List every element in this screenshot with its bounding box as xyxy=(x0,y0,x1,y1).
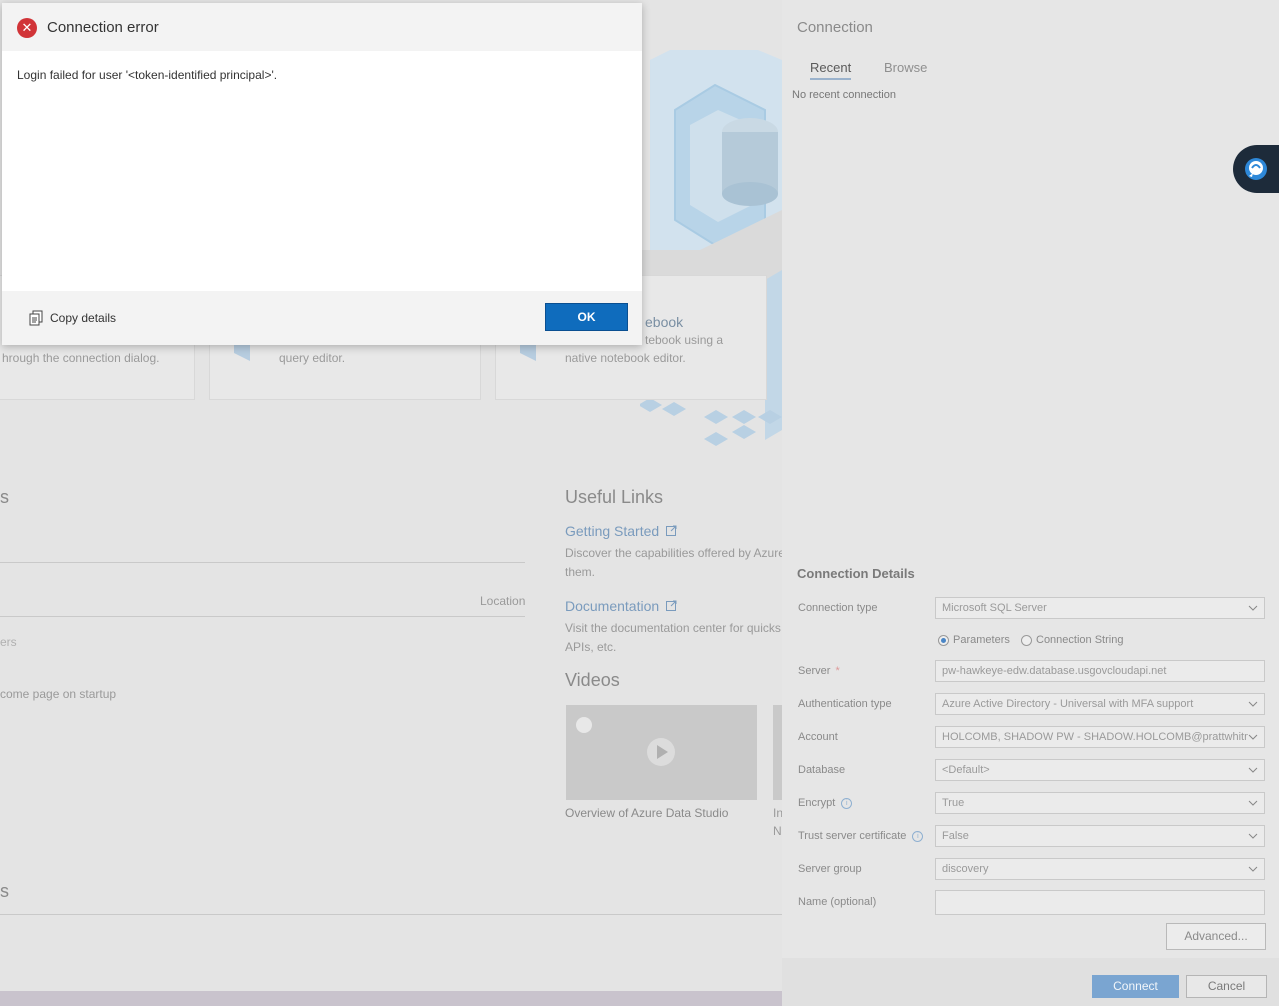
section-heading: s xyxy=(0,881,9,901)
encrypt-select[interactable]: True xyxy=(935,792,1265,814)
external-link-icon xyxy=(666,525,677,536)
auth-type-select[interactable]: Azure Active Directory - Universal with … xyxy=(935,693,1265,715)
video-thumbnail[interactable] xyxy=(566,705,757,800)
getting-started-label: Getting Started xyxy=(565,523,660,539)
connection-error-dialog: ✕ Connection error Login failed for user… xyxy=(2,3,642,345)
radio-label: Connection String xyxy=(1036,634,1124,646)
video-caption: N xyxy=(773,824,782,838)
encrypt-label: Encrypt i xyxy=(798,797,853,809)
chevron-down-icon xyxy=(1248,866,1258,872)
chevron-down-icon xyxy=(1248,833,1258,839)
no-recent-message: No recent connection xyxy=(792,89,896,101)
chevron-down-icon xyxy=(1248,701,1258,707)
database-value: <Default> xyxy=(942,764,990,776)
getting-started-link[interactable]: Getting Started xyxy=(565,523,677,539)
error-message: Login failed for user '<token-identified… xyxy=(17,68,278,82)
database-select[interactable]: <Default> xyxy=(935,759,1265,781)
video-thumbnail[interactable] xyxy=(773,705,782,800)
documentation-label: Documentation xyxy=(565,598,660,614)
account-value: HOLCOMB, SHADOW PW - SHADOW.HOLCOMB@prat… xyxy=(942,731,1257,743)
play-icon xyxy=(647,738,675,766)
chat-assistant-button[interactable] xyxy=(1233,145,1279,193)
card-desc: hrough the connection dialog. xyxy=(2,351,160,365)
connection-type-label: Connection type xyxy=(798,602,878,614)
dialog-title: Connection error xyxy=(47,19,159,36)
name-input[interactable] xyxy=(935,890,1265,915)
azure-logo-icon xyxy=(576,717,592,733)
trust-cert-value: False xyxy=(942,830,969,842)
video-caption: In xyxy=(773,806,782,820)
ok-button[interactable]: OK xyxy=(545,303,628,331)
encrypt-label-text: Encrypt xyxy=(798,797,836,809)
account-label: Account xyxy=(798,731,838,743)
account-select[interactable]: HOLCOMB, SHADOW PW - SHADOW.HOLCOMB@prat… xyxy=(935,726,1265,748)
documentation-link[interactable]: Documentation xyxy=(565,598,677,614)
server-label: Server * xyxy=(798,665,840,677)
auth-type-label: Authentication type xyxy=(798,698,892,710)
divider xyxy=(0,914,782,915)
encrypt-value: True xyxy=(942,797,965,809)
connection-type-select[interactable]: Microsoft SQL Server xyxy=(935,597,1265,619)
useful-links-heading: Useful Links xyxy=(565,487,664,507)
link-desc: them. xyxy=(565,565,596,579)
database-label: Database xyxy=(798,764,846,776)
videos-heading: Videos xyxy=(565,670,620,690)
connect-button[interactable]: Connect xyxy=(1092,975,1179,998)
card-desc: tebook using a xyxy=(645,333,724,347)
divider xyxy=(0,616,525,617)
section-heading: s xyxy=(0,487,9,507)
location-column-header: Location xyxy=(480,594,526,608)
chat-bubble-icon xyxy=(1245,158,1267,180)
trust-cert-label: Trust server certificate i xyxy=(798,830,924,842)
card-desc: native notebook editor. xyxy=(565,351,686,365)
server-group-value: discovery xyxy=(942,863,989,875)
chevron-down-icon xyxy=(1248,767,1258,773)
server-label-text: Server xyxy=(798,665,831,677)
auth-type-value: Azure Active Directory - Universal with … xyxy=(942,698,1194,710)
server-input[interactable]: pw-hawkeye-edw.database.usgovcloudapi.ne… xyxy=(935,660,1265,682)
radio-dot xyxy=(938,634,949,646)
left-text: ers xyxy=(0,635,17,649)
ok-label: OK xyxy=(577,310,596,324)
trust-cert-label-text: Trust server certificate xyxy=(798,830,907,842)
required-mark: * xyxy=(835,665,840,677)
link-desc: Visit the documentation center for quick… xyxy=(565,621,781,635)
status-bar xyxy=(0,991,782,1006)
tab-browse[interactable]: Browse xyxy=(884,60,927,75)
copy-details-button[interactable]: Copy details xyxy=(28,310,116,326)
video-caption: Overview of Azure Data Studio xyxy=(565,806,729,820)
cancel-button[interactable]: Cancel xyxy=(1186,975,1267,998)
card-desc: query editor. xyxy=(279,351,346,365)
radio-dot xyxy=(1021,634,1032,646)
chevron-down-icon xyxy=(1248,605,1258,611)
info-icon[interactable]: i xyxy=(912,830,924,842)
copy-icon xyxy=(29,310,43,326)
radio-label: Parameters xyxy=(953,634,1010,646)
link-desc: APIs, etc. xyxy=(565,640,617,654)
chevron-down-icon xyxy=(1248,732,1258,742)
radio-connection-string[interactable]: Connection String xyxy=(1021,634,1123,646)
info-icon[interactable]: i xyxy=(841,797,853,809)
external-link-icon xyxy=(666,600,677,611)
server-group-label: Server group xyxy=(798,863,862,875)
divider xyxy=(0,562,525,563)
server-value: pw-hawkeye-edw.database.usgovcloudapi.ne… xyxy=(942,665,1167,677)
link-desc: Discover the capabilities offered by Azu… xyxy=(565,546,782,560)
panel-title: Connection xyxy=(797,19,873,36)
advanced-button[interactable]: Advanced... xyxy=(1166,923,1266,950)
chevron-down-icon xyxy=(1248,800,1258,806)
radio-parameters[interactable]: Parameters xyxy=(938,634,1010,646)
server-group-select[interactable]: discovery xyxy=(935,858,1265,880)
tab-recent[interactable]: Recent xyxy=(810,60,852,80)
trust-cert-select[interactable]: False xyxy=(935,825,1265,847)
connection-details-title: Connection Details xyxy=(797,566,915,581)
copy-details-label: Copy details xyxy=(50,311,117,325)
name-label: Name (optional) xyxy=(798,896,877,908)
card-title: ebook xyxy=(645,314,684,330)
connection-type-value: Microsoft SQL Server xyxy=(942,602,1047,614)
connection-panel: Connection Recent Browse No recent conne… xyxy=(782,0,1279,1006)
error-icon: ✕ xyxy=(17,18,37,38)
show-welcome-checkbox-label[interactable]: come page on startup xyxy=(0,687,116,701)
